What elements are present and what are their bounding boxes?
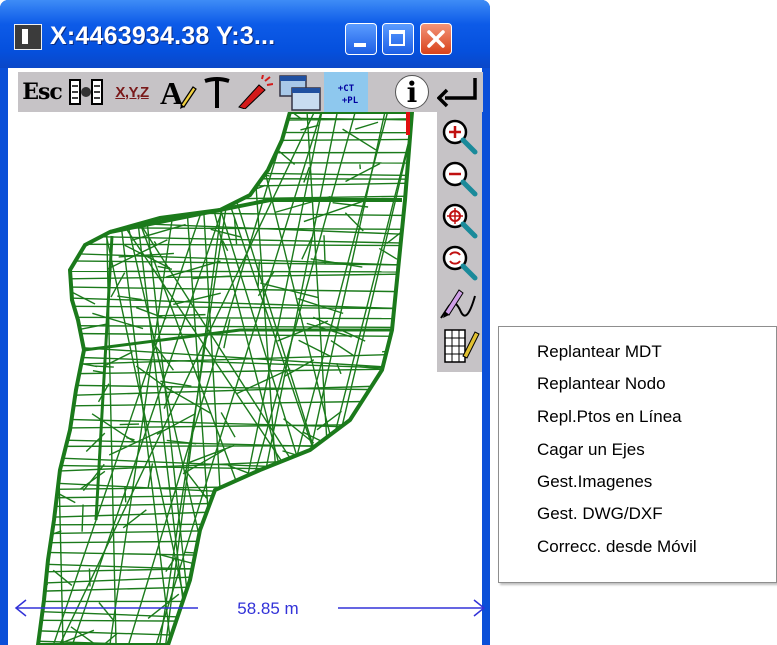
xyz-button[interactable]: X,Y,Z — [108, 72, 156, 112]
ct-label: +CT — [337, 83, 355, 94]
menu-item-replantear-mdt[interactable]: Replantear MDT — [537, 339, 662, 365]
zoom-toolbar — [437, 112, 482, 372]
zoom-in-icon — [442, 119, 477, 155]
toolbar: Esc X,Y,Z A +CT +PL i — [18, 72, 483, 112]
enter-button[interactable] — [436, 72, 482, 112]
context-menu: Replantear MDT Replantear Nodo Repl.Ptos… — [498, 326, 777, 583]
menu-item-gest-dwg-dxf[interactable]: Gest. DWG/DXF — [537, 501, 663, 527]
windows-button[interactable] — [276, 72, 322, 112]
zoom-refresh-button[interactable] — [437, 242, 482, 282]
zoom-pan-icon — [442, 203, 477, 239]
menu-item-gest-imagenes[interactable]: Gest.Imagenes — [537, 469, 652, 495]
layers-icon — [69, 79, 103, 105]
xyz-label: X,Y,Z — [115, 83, 149, 101]
text-pencil-icon: A — [160, 75, 197, 109]
measure-distance-label: 58.85 m — [198, 596, 338, 622]
laser-pen-icon — [238, 75, 273, 109]
svg-text:A: A — [160, 75, 183, 109]
zoom-refresh-icon — [442, 245, 477, 281]
zoom-out-icon — [442, 161, 477, 197]
info-label: i — [406, 75, 418, 109]
esc-label: Esc — [22, 79, 63, 105]
layers-button[interactable] — [66, 72, 106, 112]
menu-item-correcc-desde-movil[interactable]: Correcc. desde Móvil — [537, 534, 697, 560]
pl-label: +PL — [341, 95, 359, 106]
windows-icon — [279, 75, 321, 111]
menu-item-replantear-nodo[interactable]: Replantear Nodo — [537, 371, 666, 397]
draw-polyline-button[interactable] — [437, 284, 482, 324]
menu-item-cagar-un-ejes[interactable]: Cagar un Ejes — [537, 437, 645, 463]
table-edit-button[interactable] — [437, 326, 482, 366]
zoom-pan-button[interactable] — [437, 200, 482, 240]
laser-button[interactable] — [234, 72, 274, 112]
info-icon: i — [395, 75, 429, 109]
text-edit-button[interactable]: A — [158, 72, 198, 112]
ct-pl-button[interactable]: +CT +PL — [324, 72, 368, 112]
menu-item-repl-ptos-en-linea[interactable]: Repl.Ptos en Línea — [537, 404, 682, 430]
zoom-out-button[interactable] — [437, 158, 482, 198]
pickaxe-icon — [204, 77, 230, 108]
enter-arrow-icon — [437, 78, 477, 108]
pickaxe-button[interactable] — [200, 72, 234, 112]
esc-button[interactable]: Esc — [20, 72, 64, 112]
info-button[interactable]: i — [393, 72, 431, 112]
table-edit-icon — [443, 329, 480, 363]
zoom-in-button[interactable] — [437, 116, 482, 156]
draw-polyline-icon — [439, 289, 476, 319]
